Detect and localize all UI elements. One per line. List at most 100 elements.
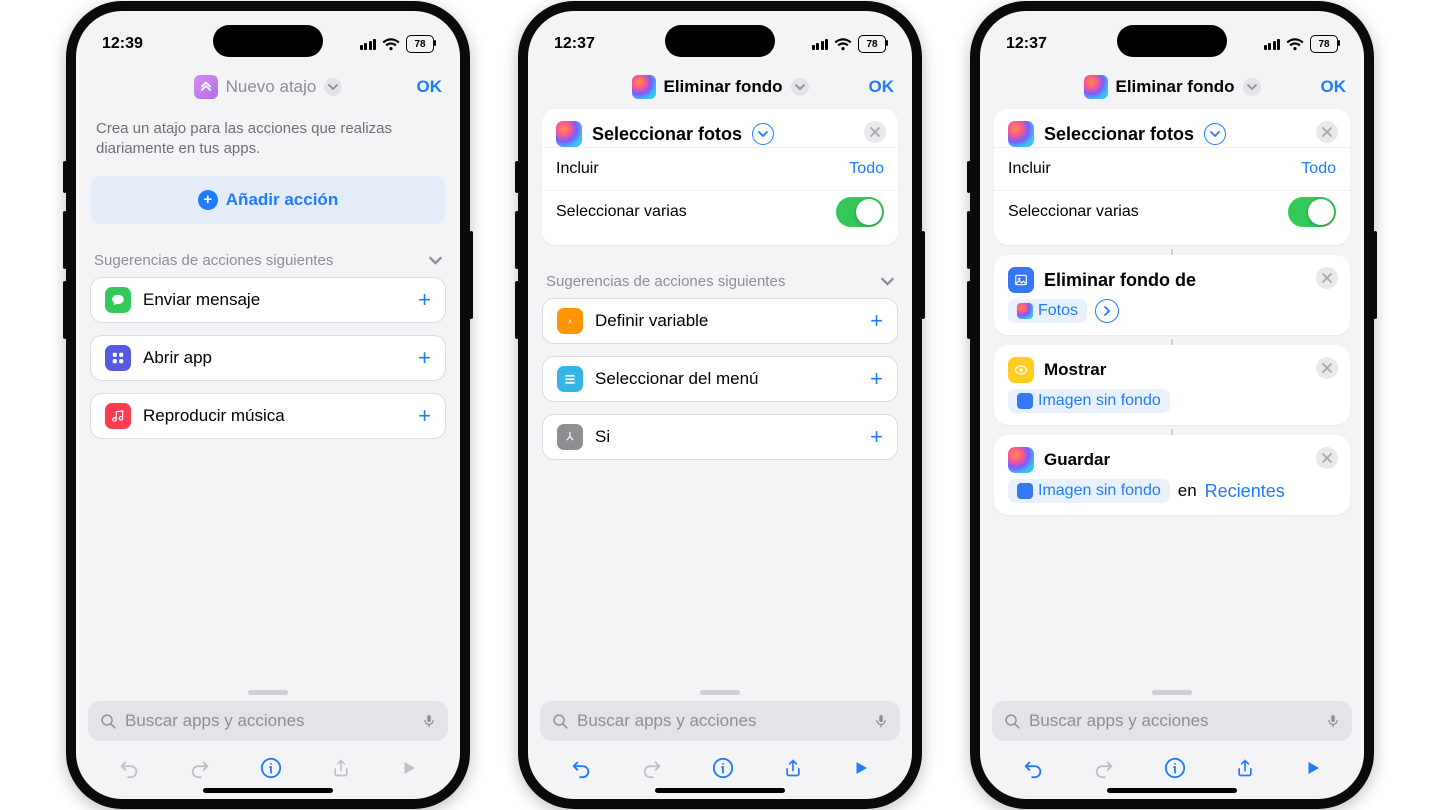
photos-icon	[1084, 75, 1108, 99]
dynamic-island	[1117, 25, 1227, 57]
variable-icon: x	[557, 308, 583, 334]
plus-circle-icon: +	[198, 190, 218, 210]
cellular-icon	[360, 39, 377, 50]
phone-mockup-1: 12:39 78 Nuevo atajo OK Crea un atajo pa…	[66, 1, 470, 809]
collapse-icon[interactable]	[1204, 123, 1226, 145]
suggestions-header[interactable]: Sugerencias de acciones siguientes	[542, 273, 898, 298]
shortcut-title: Nuevo atajo	[226, 77, 317, 97]
plus-icon: +	[418, 403, 431, 429]
home-indicator[interactable]	[655, 788, 785, 793]
bottom-toolbar	[980, 745, 1364, 791]
redo-button[interactable]	[641, 757, 663, 779]
action-select-photos[interactable]: Seleccionar fotos Incluir Todo Seleccion…	[994, 109, 1350, 245]
search-field[interactable]: Buscar apps y acciones	[88, 701, 448, 741]
play-button[interactable]	[1304, 759, 1322, 777]
cellular-icon	[1264, 39, 1281, 50]
shortcut-title-dropdown[interactable]: Nuevo atajo	[194, 75, 343, 99]
search-placeholder: Buscar apps y acciones	[125, 711, 305, 731]
share-button[interactable]	[1235, 757, 1255, 779]
variable-token-photos[interactable]: Fotos	[1008, 299, 1087, 323]
close-icon[interactable]	[1316, 447, 1338, 469]
suggestion-item[interactable]: Si +	[542, 414, 898, 460]
option-include[interactable]: Incluir Todo	[542, 147, 898, 190]
dynamic-island	[665, 25, 775, 57]
action-select-photos[interactable]: Seleccionar fotos Incluir Todo Seleccion…	[542, 109, 898, 245]
svg-text:x: x	[568, 318, 572, 326]
battery-icon: 78	[858, 35, 886, 53]
suggestions-header[interactable]: Sugerencias de acciones siguientes	[90, 252, 446, 277]
play-button[interactable]	[400, 759, 418, 777]
close-icon[interactable]	[864, 121, 886, 143]
info-button[interactable]	[712, 757, 734, 779]
search-field[interactable]: Buscar apps y acciones	[992, 701, 1352, 741]
suggestion-item[interactable]: Enviar mensaje +	[90, 277, 446, 323]
close-icon[interactable]	[1316, 121, 1338, 143]
close-icon[interactable]	[1316, 267, 1338, 289]
ok-button[interactable]: OK	[417, 77, 443, 97]
grabber-handle[interactable]	[1152, 690, 1192, 695]
share-button[interactable]	[331, 757, 351, 779]
plus-icon: +	[418, 287, 431, 313]
quicklook-icon	[1008, 357, 1034, 383]
collapse-icon[interactable]	[752, 123, 774, 145]
search-icon	[552, 713, 569, 730]
suggestion-item[interactable]: Reproducir música +	[90, 393, 446, 439]
option-select-multiple: Seleccionar varias	[994, 190, 1350, 233]
option-include[interactable]: Incluir Todo	[994, 147, 1350, 190]
shortcut-title-dropdown[interactable]: Eliminar fondo	[1084, 75, 1261, 99]
undo-button[interactable]	[118, 757, 140, 779]
bottom-toolbar	[76, 745, 460, 791]
home-indicator[interactable]	[1107, 788, 1237, 793]
mic-icon[interactable]	[422, 712, 436, 730]
photos-icon	[556, 121, 582, 147]
grabber-handle[interactable]	[700, 690, 740, 695]
suggestion-item[interactable]: x Definir variable +	[542, 298, 898, 344]
search-field[interactable]: Buscar apps y acciones	[540, 701, 900, 741]
play-button[interactable]	[852, 759, 870, 777]
info-button[interactable]	[260, 757, 282, 779]
home-indicator[interactable]	[203, 788, 333, 793]
redo-button[interactable]	[189, 757, 211, 779]
suggestion-item[interactable]: Seleccionar del menú +	[542, 356, 898, 402]
dynamic-island	[213, 25, 323, 57]
toggle-switch[interactable]	[1288, 197, 1336, 227]
redo-button[interactable]	[1093, 757, 1115, 779]
plus-icon: +	[418, 345, 431, 371]
ok-button[interactable]: OK	[869, 77, 895, 97]
menu-icon	[557, 366, 583, 392]
add-action-button[interactable]: + Añadir acción	[90, 176, 446, 224]
plus-icon: +	[870, 308, 883, 334]
chevron-down-icon	[1243, 78, 1261, 96]
close-icon[interactable]	[1316, 357, 1338, 379]
shortcut-title-dropdown[interactable]: Eliminar fondo	[632, 75, 809, 99]
battery-icon: 78	[1310, 35, 1338, 53]
intro-text: Crea un atajo para las acciones que real…	[90, 109, 446, 176]
share-button[interactable]	[783, 757, 803, 779]
chevron-down-icon	[791, 78, 809, 96]
undo-button[interactable]	[570, 757, 592, 779]
cellular-icon	[812, 39, 829, 50]
suggestion-item[interactable]: Abrir app +	[90, 335, 446, 381]
undo-button[interactable]	[1022, 757, 1044, 779]
action-save[interactable]: Guardar Imagen sin fondo en Recientes	[994, 435, 1350, 515]
status-time: 12:39	[102, 35, 143, 53]
mic-icon[interactable]	[874, 712, 888, 730]
bottom-toolbar	[528, 745, 912, 791]
status-time: 12:37	[1006, 35, 1047, 53]
info-button[interactable]	[1164, 757, 1186, 779]
expand-icon[interactable]	[1095, 299, 1119, 323]
mic-icon[interactable]	[1326, 712, 1340, 730]
destination-album[interactable]: Recientes	[1205, 481, 1285, 502]
messages-icon	[105, 287, 131, 313]
nav-bar: Nuevo atajo OK	[76, 65, 460, 109]
action-title: Seleccionar fotos	[592, 124, 742, 145]
action-remove-background[interactable]: Eliminar fondo de Fotos	[994, 255, 1350, 335]
shortcuts-icon	[194, 75, 218, 99]
ok-button[interactable]: OK	[1321, 77, 1347, 97]
variable-token-image[interactable]: Imagen sin fondo	[1008, 389, 1170, 413]
toggle-switch[interactable]	[836, 197, 884, 227]
grabber-handle[interactable]	[248, 690, 288, 695]
photos-icon	[632, 75, 656, 99]
action-show[interactable]: Mostrar Imagen sin fondo	[994, 345, 1350, 425]
variable-token-image[interactable]: Imagen sin fondo	[1008, 479, 1170, 503]
